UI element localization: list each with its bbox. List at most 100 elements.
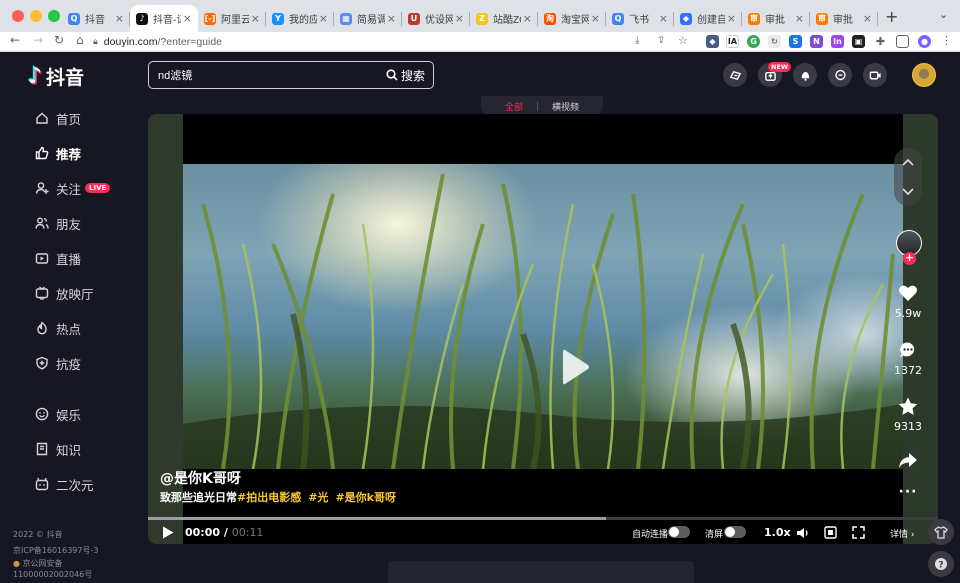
back-button[interactable]: ←	[10, 33, 20, 47]
notifications-button[interactable]	[793, 63, 817, 87]
sidebar-toggle-icon[interactable]	[896, 35, 909, 48]
address-bar[interactable]: 🔒︎ douyin.com/?enter=guide	[93, 33, 693, 51]
tab-close-icon[interactable]: ×	[659, 12, 668, 25]
browser-tab[interactable]: 审审批 ×	[742, 5, 810, 32]
messages-button[interactable]	[828, 63, 852, 87]
sidebar-item[interactable]: 知识	[35, 438, 81, 460]
share-icon[interactable]: ⇪	[657, 35, 665, 46]
search-button[interactable]: 搜索	[386, 67, 433, 84]
tab-close-icon[interactable]: ×	[591, 12, 600, 25]
minimize-window-button[interactable]	[30, 10, 42, 22]
browser-tab[interactable]: Q 飞书 ×	[606, 5, 674, 32]
forward-button[interactable]: →	[33, 33, 43, 47]
browser-tab[interactable]: 淘淘宝网 ×	[538, 5, 606, 32]
install-icon[interactable]: ⤓	[635, 35, 639, 46]
profile-icon[interactable]: ●	[918, 35, 931, 48]
help-button[interactable]: ?	[928, 551, 954, 577]
tab-close-icon[interactable]: ×	[795, 12, 804, 25]
sidebar-item[interactable]: 热点	[35, 317, 81, 339]
video-author[interactable]: @是你K哥呀	[160, 468, 241, 488]
volume-icon[interactable]	[796, 527, 810, 539]
details-link[interactable]: 详情 ›	[890, 527, 914, 540]
sidebar-item[interactable]: 二次元	[35, 473, 94, 495]
sidebar-item[interactable]: 放映厅	[35, 282, 94, 304]
favorite-button[interactable]: 9313	[893, 397, 923, 433]
tab-close-icon[interactable]: ×	[727, 12, 736, 25]
sidebar-item[interactable]: 娱乐	[35, 403, 81, 425]
search-input[interactable]: nd滤镜	[158, 67, 386, 83]
tab-close-icon[interactable]: ×	[251, 12, 260, 25]
footer-icp[interactable]: 京ICP备16016397号-3	[13, 545, 98, 556]
chevron-down-icon[interactable]	[894, 177, 922, 205]
video-player[interactable]	[148, 114, 938, 544]
maximize-window-button[interactable]	[48, 10, 60, 22]
close-window-button[interactable]	[12, 10, 24, 22]
sidebar-item[interactable]: 推荐	[35, 142, 81, 164]
like-button[interactable]: 5.9w	[893, 284, 923, 320]
browser-tab[interactable]: ◆ 创建自定义×	[674, 5, 742, 32]
browser-tab[interactable]: ▦ 简易调查×	[334, 5, 402, 32]
douyin-logo[interactable]: ♪ 抖音	[28, 63, 84, 90]
tab-search-button[interactable]: ⌄	[939, 8, 948, 21]
footer-police[interactable]: ● 京公网安备	[13, 558, 63, 569]
hashtag[interactable]: #是你k哥呀	[335, 491, 396, 504]
user-avatar[interactable]	[912, 63, 936, 87]
follow-button[interactable]: +	[903, 252, 916, 265]
clear-screen-toggle[interactable]	[724, 526, 746, 538]
more-button[interactable]: ···	[893, 484, 923, 500]
creator-button[interactable]	[863, 63, 887, 87]
hashtag[interactable]: #拍出电影感	[237, 491, 301, 504]
browser-tab[interactable]: Q 抖音 ×	[62, 5, 130, 32]
theme-button[interactable]	[928, 519, 954, 545]
tab-close-icon[interactable]: ×	[455, 12, 464, 25]
browser-tab[interactable]: 审审批 ×	[810, 5, 878, 32]
browser-tab[interactable]: U 优设网 ×	[402, 5, 470, 32]
tab-close-icon[interactable]: ×	[523, 12, 532, 25]
bookmark-star-icon[interactable]: ☆	[678, 34, 688, 47]
comment-button[interactable]: 1372	[893, 341, 923, 377]
extension-icon[interactable]: ◆	[706, 35, 719, 48]
tab-close-icon[interactable]: ×	[387, 12, 396, 25]
tab-close-icon[interactable]: ×	[115, 12, 124, 25]
extension-icon[interactable]: G	[747, 35, 760, 48]
tab-close-icon[interactable]: ×	[863, 12, 872, 25]
browser-tab[interactable]: [-] 阿里云 ×	[198, 5, 266, 32]
browser-tab[interactable]: Y 我的应用×	[266, 5, 334, 32]
sidebar-item[interactable]: 朋友	[35, 212, 81, 234]
sidebar-item[interactable]: 抗疫	[35, 352, 81, 374]
extension-icon[interactable]: S	[789, 35, 802, 48]
video-frame[interactable]	[183, 164, 903, 469]
sidebar-item[interactable]: 关注 LIVE	[35, 177, 111, 199]
progress-bar[interactable]	[148, 517, 938, 520]
next-video-card[interactable]	[388, 561, 694, 583]
extension-icon[interactable]: ↻	[768, 35, 781, 48]
search-box[interactable]: nd滤镜 搜索	[148, 61, 434, 89]
pip-icon[interactable]	[824, 526, 837, 539]
home-button[interactable]: ⌂	[76, 33, 84, 47]
new-tab-button[interactable]: +	[885, 7, 898, 26]
sidebar-item[interactable]: 首页	[35, 107, 81, 129]
browser-menu-icon[interactable]: ⋮	[941, 34, 952, 47]
fullscreen-icon[interactable]	[852, 526, 865, 539]
playback-speed[interactable]: 1.0x	[764, 526, 791, 539]
share-button[interactable]	[893, 452, 923, 472]
browser-tab[interactable]: Z 站酷ZCOOL×	[470, 5, 538, 32]
browser-tab[interactable]: ♪ 抖音-记录美好生活×	[130, 5, 198, 32]
hashtag[interactable]: #光	[308, 491, 328, 504]
play-icon[interactable]	[561, 347, 591, 387]
play-button-icon[interactable]	[162, 526, 174, 539]
extension-icon[interactable]: In	[831, 35, 844, 48]
extensions-puzzle-icon[interactable]: ✚	[874, 35, 887, 48]
sidebar-item[interactable]: 直播	[35, 247, 81, 269]
autoplay-toggle[interactable]	[668, 526, 690, 538]
tab-close-icon[interactable]: ×	[183, 12, 192, 25]
extension-icon[interactable]: ▣	[852, 35, 865, 48]
chevron-up-icon[interactable]	[894, 149, 922, 177]
reload-button[interactable]: ↻	[54, 33, 64, 47]
tab-all[interactable]: 全部	[505, 100, 523, 113]
tab-close-icon[interactable]: ×	[319, 12, 328, 25]
tab-landscape[interactable]: 横视频	[552, 100, 579, 113]
extension-icon[interactable]: IA	[726, 35, 739, 48]
extension-icon[interactable]: N	[810, 35, 823, 48]
recharge-button[interactable]	[723, 63, 747, 87]
